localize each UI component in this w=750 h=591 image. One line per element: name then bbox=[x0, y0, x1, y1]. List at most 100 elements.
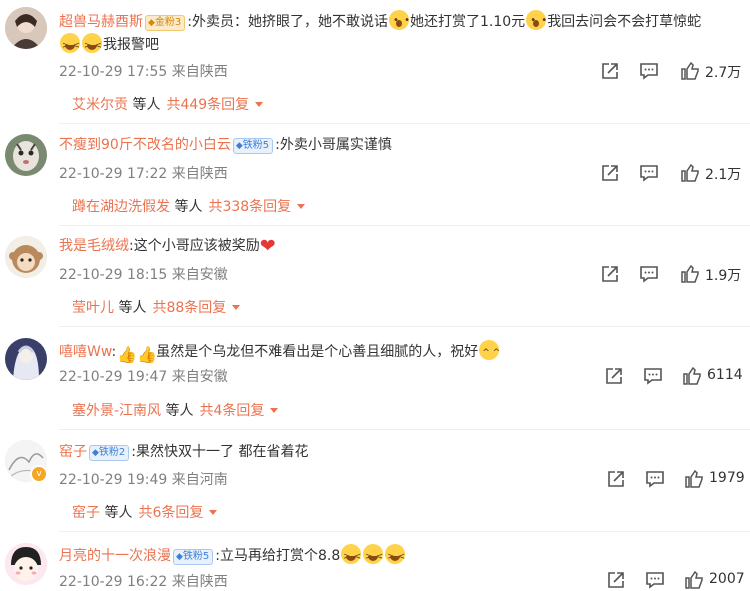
reply-others: 等人 bbox=[118, 300, 147, 316]
comment-text-line: 我是毛绒绒:这个小哥应该被奖励❤ bbox=[59, 236, 276, 256]
timestamp: 22-10-29 19:49 bbox=[59, 472, 168, 488]
reply-username[interactable]: 窑子 bbox=[72, 505, 100, 521]
reply-total-link[interactable]: 共4条回复 bbox=[200, 403, 265, 419]
thumbs-up-icon[interactable] bbox=[680, 264, 700, 284]
comment-meta: 22-10-29 18:15 来自安徽 bbox=[59, 264, 228, 284]
thumbs-up-icon[interactable] bbox=[684, 469, 704, 489]
comment-meta: 22-10-29 17:55 来自陕西 bbox=[59, 61, 228, 81]
avatar[interactable] bbox=[5, 236, 47, 278]
comment-icon[interactable] bbox=[645, 570, 665, 590]
comment-text-line: 窑子 ◆铁粉2:果然快双十一了 都在省着花 bbox=[59, 442, 308, 462]
reply-username[interactable]: 艾米尔贡 bbox=[72, 97, 128, 113]
comment-icon[interactable] bbox=[645, 469, 665, 489]
comment-text: 我回去问会不会打草惊蛇 bbox=[547, 14, 702, 30]
comment-meta: 22-10-29 17:22 来自陕西 bbox=[59, 163, 228, 183]
share-icon[interactable] bbox=[600, 61, 620, 81]
reply-total-link[interactable]: 共6条回复 bbox=[138, 505, 203, 521]
username-link[interactable]: 窑子 bbox=[59, 444, 87, 460]
timestamp: 22-10-29 16:22 bbox=[59, 574, 168, 590]
like-count: 6114 bbox=[707, 367, 743, 383]
avatar[interactable] bbox=[5, 543, 47, 585]
comment-meta: 22-10-29 19:47 来自安徽 bbox=[59, 366, 228, 386]
avatar[interactable] bbox=[5, 7, 47, 49]
username-link[interactable]: 月亮的十一次浪漫 bbox=[59, 548, 171, 564]
divider bbox=[59, 123, 750, 124]
chevron-down-icon[interactable] bbox=[255, 102, 264, 107]
like-count: 2.1万 bbox=[705, 167, 742, 183]
verified-badge-icon: v bbox=[30, 465, 48, 483]
comment-actions: 1979 bbox=[606, 469, 745, 489]
like-count: 1979 bbox=[709, 470, 745, 486]
comment-text: 我报警吧 bbox=[103, 37, 159, 53]
comment-text-line: 不瘦到90斤不改名的小白云 ◆铁粉5:外卖小哥属实谨慎 bbox=[59, 135, 392, 155]
comment-text-line: 月亮的十一次浪漫 ◆铁粉5:立马再给打赏个8.8 bbox=[59, 544, 406, 567]
shocked-emoji-icon bbox=[526, 10, 548, 31]
share-icon[interactable] bbox=[600, 163, 620, 183]
replies-summary[interactable]: 窑子 等人 共6条回复 bbox=[72, 502, 218, 522]
timestamp: 22-10-29 18:15 bbox=[59, 267, 168, 283]
crying-emoji-icon bbox=[82, 33, 102, 56]
divider bbox=[59, 225, 750, 226]
replies-summary[interactable]: 蹲在湖边洗假发 等人 共338条回复 bbox=[72, 196, 306, 216]
comment-icon[interactable] bbox=[643, 366, 663, 386]
replies-summary[interactable]: 塞外景-江南风 等人 共4条回复 bbox=[72, 400, 279, 420]
comment-meta: 22-10-29 16:22 来自陕西 bbox=[59, 571, 228, 591]
comment-text: :这个小哥应该被奖励 bbox=[129, 238, 260, 254]
comment-text-line: 我报警吧 bbox=[59, 33, 159, 56]
reply-others: 等人 bbox=[104, 505, 133, 521]
comment-actions: 2007 bbox=[606, 570, 745, 590]
username-link[interactable]: 嘻嘻Ww bbox=[59, 344, 112, 360]
crying-emoji-icon bbox=[385, 544, 406, 567]
location: 来自安徽 bbox=[171, 267, 228, 283]
timestamp: 22-10-29 19:47 bbox=[59, 369, 168, 385]
thumbs-up-icon[interactable] bbox=[684, 570, 704, 590]
like-count: 1.9万 bbox=[705, 268, 742, 284]
fan-badge: ◆铁粉5 bbox=[232, 138, 274, 154]
share-icon[interactable] bbox=[606, 469, 626, 489]
location: 来自陕西 bbox=[171, 64, 228, 80]
username-link[interactable]: 不瘦到90斤不改名的小白云 bbox=[59, 137, 231, 153]
thumbs-up-emoji-icon: 👍 bbox=[137, 345, 158, 364]
reply-total-link[interactable]: 共449条回复 bbox=[166, 97, 249, 113]
reply-username[interactable]: 蹲在湖边洗假发 bbox=[72, 199, 170, 215]
username-link[interactable]: 我是毛绒绒 bbox=[59, 238, 129, 254]
comment-icon[interactable] bbox=[639, 163, 659, 183]
reply-total-link[interactable]: 共338条回复 bbox=[208, 199, 291, 215]
avatar[interactable]: v bbox=[5, 440, 48, 483]
chevron-down-icon[interactable] bbox=[270, 408, 279, 413]
chevron-down-icon[interactable] bbox=[297, 204, 306, 209]
username-link[interactable]: 超兽马赫酉斯 bbox=[59, 14, 143, 30]
reply-others: 等人 bbox=[132, 97, 161, 113]
avatar[interactable] bbox=[5, 338, 47, 380]
comment-text: :果然快双十一了 都在省着花 bbox=[131, 444, 309, 460]
shocked-emoji-icon bbox=[389, 10, 411, 31]
like-count: 2007 bbox=[709, 571, 745, 587]
replies-summary[interactable]: 艾米尔贡 等人 共449条回复 bbox=[72, 94, 264, 114]
thumbs-up-icon[interactable] bbox=[680, 163, 700, 183]
comment-icon[interactable] bbox=[639, 264, 659, 284]
replies-summary[interactable]: 莹叶儿 等人 共88条回复 bbox=[72, 297, 241, 317]
avatar[interactable] bbox=[5, 134, 47, 176]
fan-badge: ◆铁粉5 bbox=[173, 549, 214, 565]
heart-icon: ❤ bbox=[259, 235, 276, 257]
comment-icon[interactable] bbox=[639, 61, 659, 81]
thumbs-up-icon[interactable] bbox=[680, 61, 700, 81]
divider bbox=[59, 531, 750, 532]
comment-actions: 6114 bbox=[604, 366, 743, 386]
reply-username[interactable]: 塞外景-江南风 bbox=[72, 403, 161, 419]
chevron-down-icon[interactable] bbox=[232, 305, 241, 310]
share-icon[interactable] bbox=[604, 366, 624, 386]
reply-total-link[interactable]: 共88条回复 bbox=[152, 300, 226, 316]
comment-meta: 22-10-29 19:49 来自河南 bbox=[59, 469, 228, 489]
location: 来自安徽 bbox=[171, 369, 228, 385]
location: 来自河南 bbox=[171, 472, 228, 488]
reply-others: 等人 bbox=[165, 403, 194, 419]
crying-emoji-icon bbox=[363, 544, 384, 567]
share-icon[interactable] bbox=[600, 264, 620, 284]
share-icon[interactable] bbox=[606, 570, 626, 590]
crying-emoji-icon bbox=[341, 544, 362, 567]
reply-username[interactable]: 莹叶儿 bbox=[72, 300, 114, 316]
thumbs-up-icon[interactable] bbox=[682, 366, 702, 386]
chevron-down-icon[interactable] bbox=[209, 510, 218, 515]
comment-text: :立马再给打赏个8.8 bbox=[215, 548, 341, 564]
